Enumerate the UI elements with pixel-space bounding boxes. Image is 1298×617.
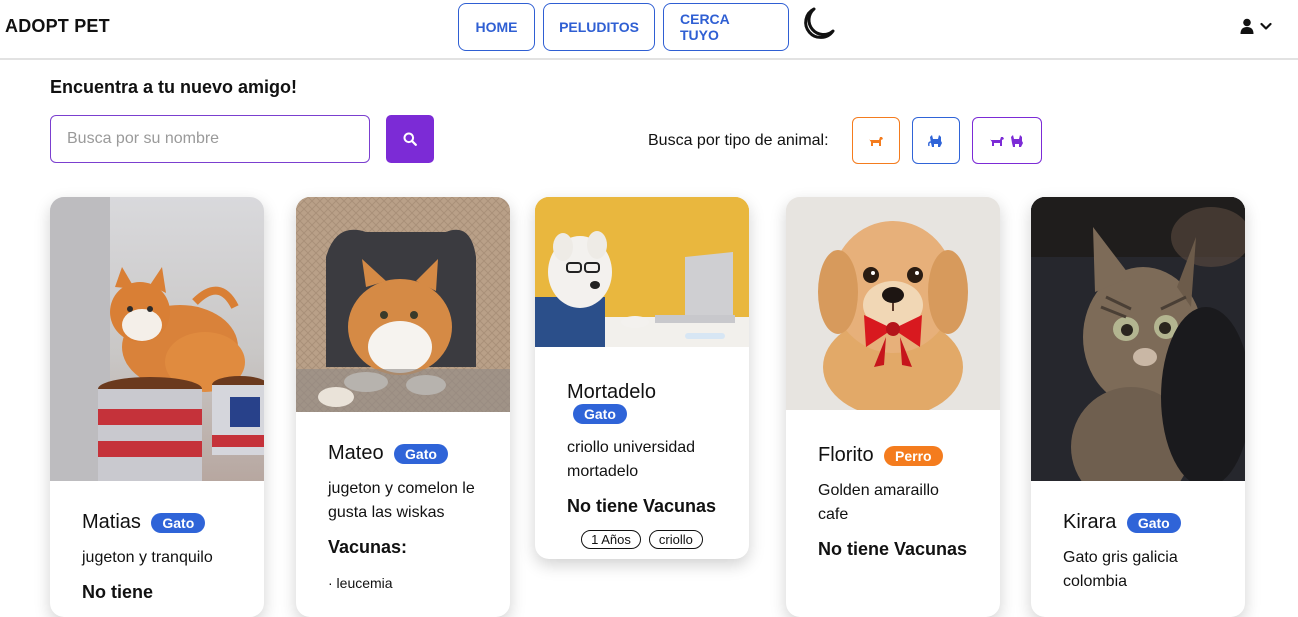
pet-card-florito[interactable]: Florito Perro Golden amaraillo cafe No t… (786, 197, 1000, 617)
pet-type-badge: Gato (394, 443, 448, 464)
search-input[interactable] (50, 115, 370, 163)
cat-icon (928, 134, 942, 147)
page-heading: Encuentra a tu nuevo amigo! (50, 77, 298, 97)
pet-card-mateo[interactable]: Mateo Gato jugeton y comelon le gusta la… (296, 197, 510, 617)
pet-photo-florito (786, 197, 1000, 410)
pet-description: Golden amaraillo cafe (818, 482, 939, 523)
filter-dog-button[interactable] (852, 117, 900, 164)
pet-name: Mateo (328, 442, 384, 464)
breed-tag: criollo (648, 530, 703, 549)
dog-icon (869, 136, 883, 146)
pet-name: Matias (82, 511, 141, 533)
pet-type-badge: Gato (1126, 512, 1181, 533)
pet-card-mortadelo[interactable]: Mortadelo Gato criollo universidad morta… (535, 197, 749, 559)
search-icon (403, 132, 417, 146)
user-menu-button[interactable] (1240, 18, 1272, 34)
pet-card-matias[interactable]: Matias Gato jugeton y tranquilo No tiene (50, 197, 264, 617)
brand-logo[interactable]: ADOPT PET (5, 16, 110, 37)
pet-card-kirara[interactable]: Kirara Gato Gato gris galicia colombia (1031, 197, 1245, 617)
pet-type-badge: Perro (884, 445, 943, 466)
chevron-down-icon (1260, 22, 1272, 30)
pet-name: Kirara (1063, 511, 1117, 533)
pet-vaccines: No tiene Vacunas (567, 496, 717, 516)
dog-and-cat-icon (990, 134, 1023, 147)
top-navbar: ADOPT PET HOME PELUDITOS CERCA TUYO (0, 0, 1298, 60)
pet-type-badge: Gato (573, 404, 627, 424)
vaccine-item: · leucemia (328, 575, 393, 591)
pet-description: Gato gris galicia colombia (1063, 549, 1178, 590)
pet-photo-matias (50, 197, 264, 481)
filter-cat-button[interactable] (912, 117, 960, 164)
pet-photo-kirara (1031, 197, 1245, 481)
pet-vaccines: No tiene Vacunas (818, 539, 968, 559)
moon-icon[interactable] (798, 4, 838, 44)
pet-photo-mortadelo (535, 197, 749, 347)
user-icon (1240, 18, 1254, 34)
pet-vaccines: No tiene (82, 582, 154, 602)
filter-all-button[interactable] (972, 117, 1042, 164)
filter-label: Busca por tipo de animal: (648, 132, 829, 149)
age-tag: 1 Años (581, 530, 641, 549)
pet-name: Mortadelo (567, 381, 656, 403)
nav-peluditos-button[interactable]: PELUDITOS (543, 3, 655, 51)
pet-type-badge: Gato (151, 512, 206, 533)
pet-description: jugeton y tranquilo (82, 549, 213, 566)
pet-description: criollo universidad mortadelo (567, 439, 696, 480)
pet-name: Florito (818, 444, 874, 466)
search-button[interactable] (386, 115, 434, 163)
pet-description: jugeton y comelon le gusta las wiskas (328, 480, 475, 521)
pet-photo-mateo (296, 197, 510, 412)
pet-vaccines: Vacunas: (328, 537, 408, 557)
pet-tags: 1 Años criollo (567, 530, 717, 549)
main-nav: HOME PELUDITOS CERCA TUYO (458, 3, 789, 51)
nav-home-button[interactable]: HOME (458, 3, 535, 51)
nav-cerca-tuyo-button[interactable]: CERCA TUYO (663, 3, 789, 51)
